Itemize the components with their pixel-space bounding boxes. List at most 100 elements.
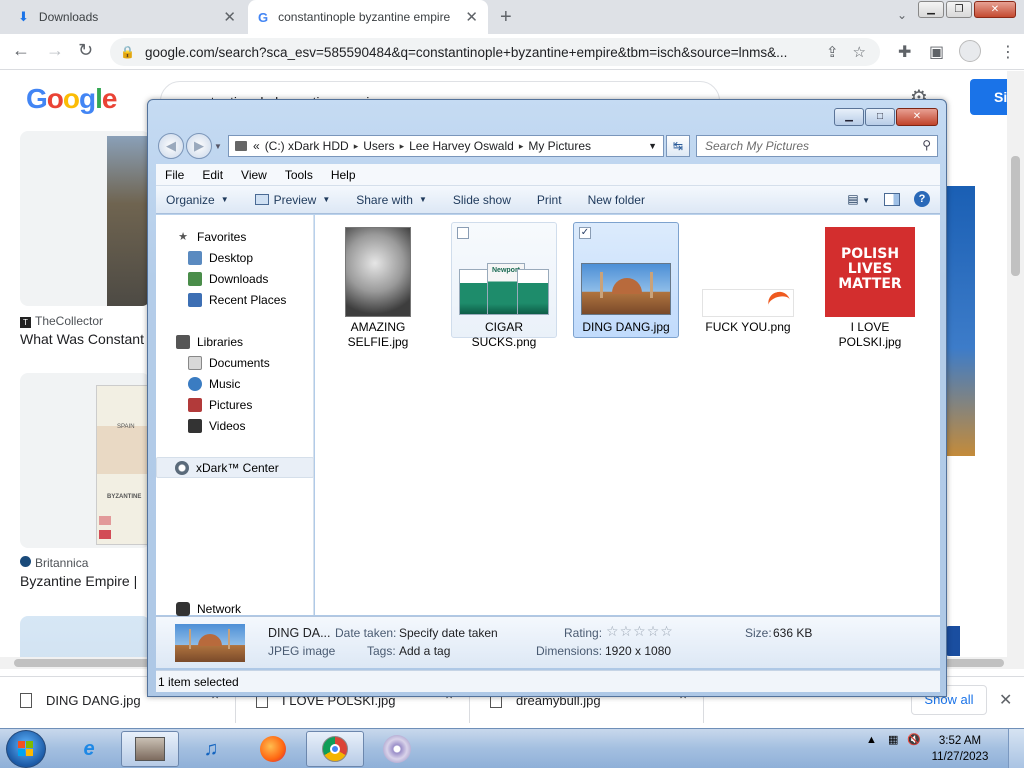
file-item[interactable]: ✓ DING DANG.jpg [573, 222, 679, 338]
partial-image-result[interactable] [945, 186, 975, 456]
breadcrumb-separator-icon[interactable]: ▸ [400, 141, 405, 152]
nav-favorites[interactable]: ★ Favorites [156, 226, 314, 247]
vertical-scrollbar[interactable] [1007, 71, 1024, 657]
partial-button[interactable] [945, 626, 960, 656]
network-icon[interactable]: ▦ [888, 734, 898, 746]
breadcrumb-separator-icon[interactable]: ▸ [354, 141, 359, 152]
change-view-icon[interactable]: ▤ ▼ [847, 192, 870, 206]
recent-pages-chevron-icon[interactable]: ▼ [214, 142, 222, 151]
star-icon[interactable]: ☆ [606, 623, 620, 639]
chrome-icon[interactable] [306, 731, 364, 767]
nav-videos[interactable]: Videos [156, 415, 314, 436]
print-button[interactable]: Print [527, 193, 578, 207]
image-result[interactable]: SPAIN BYZANTINE Britannica Byzantine Emp… [20, 373, 150, 589]
address-bar[interactable]: 🔒 google.com/search?sca_esv=585590484&q=… [110, 38, 880, 66]
date-taken-value[interactable]: Specify date taken [399, 626, 498, 640]
nav-libraries[interactable]: Libraries [156, 331, 314, 352]
breadcrumb-separator-icon[interactable]: ▸ [519, 141, 524, 152]
minimize-button[interactable]: ▁ [834, 108, 864, 126]
breadcrumb-drive[interactable]: (C:) xDark HDD [265, 139, 349, 153]
organize-button[interactable]: Organize ▼ [156, 193, 245, 207]
nav-documents[interactable]: Documents [156, 352, 314, 373]
google-logo[interactable]: Google [26, 83, 117, 115]
file-explorer-icon[interactable] [121, 731, 179, 767]
close-icon[interactable]: ✕ [223, 8, 236, 26]
chevron-down-icon[interactable]: ▼ [648, 141, 657, 151]
chevron-down-icon[interactable]: ⌄ [897, 8, 907, 22]
slide-show-button[interactable]: Slide show [443, 193, 527, 207]
image-result[interactable] [20, 616, 150, 657]
breadcrumb-my-pictures[interactable]: My Pictures [528, 139, 591, 153]
menu-tools[interactable]: Tools [276, 168, 322, 182]
dvd-player-icon[interactable] [368, 731, 426, 767]
nav-desktop[interactable]: Desktop [156, 247, 314, 268]
side-panel-icon[interactable]: ▣ [929, 42, 944, 62]
internet-explorer-icon[interactable]: e [60, 731, 118, 767]
close-window-button[interactable]: ✕ [896, 108, 938, 126]
star-icon[interactable]: ☆ [660, 623, 674, 639]
nav-music[interactable]: Music [156, 373, 314, 394]
tab-google-search[interactable]: G constantinople byzantine empire ✕ [248, 0, 488, 34]
close-icon[interactable]: ✕ [465, 8, 478, 26]
breadcrumb-overflow[interactable]: « [253, 139, 260, 153]
firefox-icon[interactable] [244, 731, 302, 767]
extensions-puzzle-icon[interactable]: ✚ [898, 42, 911, 62]
tags-value[interactable]: Add a tag [399, 644, 450, 658]
restore-button[interactable]: ❐ [946, 1, 972, 18]
menu-view[interactable]: View [232, 168, 276, 182]
file-item[interactable]: POLISH LIVES MATTER I LOVE POLSKI.jpg [817, 222, 923, 349]
reload-icon[interactable]: ↻ [78, 40, 93, 61]
breadcrumb-users[interactable]: Users [363, 139, 394, 153]
share-icon[interactable]: ⇪ [826, 43, 839, 61]
file-item[interactable]: AMAZING SELFIE.jpg [325, 222, 431, 349]
forward-arrow-icon[interactable]: → [46, 40, 64, 61]
star-icon[interactable]: ☆ [620, 623, 634, 639]
file-item[interactable]: FUCK YOU.png [695, 222, 801, 338]
result-thumbnail[interactable] [20, 616, 150, 657]
menu-edit[interactable]: Edit [193, 168, 232, 182]
back-arrow-icon[interactable]: ← [12, 40, 30, 61]
result-thumbnail[interactable]: SPAIN BYZANTINE [20, 373, 150, 548]
forward-arrow-icon[interactable]: ▶ [186, 133, 212, 159]
system-clock[interactable]: 3:52 AM 11/27/2023 [930, 733, 990, 765]
tab-downloads[interactable]: ⬇ Downloads ✕ [8, 0, 246, 34]
result-title[interactable]: What Was Constant [20, 331, 150, 347]
show-desktop-button[interactable] [1008, 729, 1024, 768]
share-with-button[interactable]: Share with ▼ [346, 193, 443, 207]
nav-downloads[interactable]: Downloads [156, 268, 314, 289]
menu-kebab-icon[interactable]: ⋮ [1000, 42, 1016, 62]
image-result[interactable]: T TheCollector What Was Constant [20, 131, 150, 347]
new-tab-icon[interactable]: + [500, 6, 512, 29]
nav-pictures[interactable]: Pictures [156, 394, 314, 415]
menu-help[interactable]: Help [322, 168, 365, 182]
explorer-search-input[interactable]: Search My Pictures ⚲ [696, 135, 938, 157]
start-button[interactable] [6, 730, 46, 768]
back-arrow-icon[interactable]: ◀ [158, 133, 184, 159]
rating-stars[interactable]: ☆☆☆☆☆ [606, 623, 674, 640]
new-folder-button[interactable]: New folder [578, 193, 661, 207]
menu-file[interactable]: File [156, 168, 193, 182]
refresh-button[interactable]: ↹ [666, 135, 690, 157]
scrollbar-thumb[interactable] [1011, 156, 1020, 276]
volume-muted-icon[interactable]: 🔇 [907, 734, 921, 746]
minimize-button[interactable]: ▁ [918, 1, 944, 18]
music-player-icon[interactable]: ♫ [182, 731, 240, 767]
result-title[interactable]: Byzantine Empire | [20, 573, 150, 589]
close-icon[interactable]: ✕ [999, 690, 1012, 710]
result-thumbnail[interactable] [20, 131, 150, 306]
maximize-button[interactable]: □ [865, 108, 895, 126]
nav-xdark-center[interactable]: xDark™ Center [156, 457, 314, 478]
breadcrumb-user-folder[interactable]: Lee Harvey Oswald [409, 139, 514, 153]
star-icon[interactable]: ☆ [647, 623, 661, 639]
profile-avatar[interactable] [959, 40, 981, 62]
explorer-address-bar[interactable]: « (C:) xDark HDD ▸ Users ▸ Lee Harvey Os… [228, 135, 664, 157]
file-item[interactable]: Newport CIGAR SUCKS.png [451, 222, 557, 349]
help-icon[interactable]: ? [914, 191, 930, 207]
search-icon[interactable]: ⚲ [922, 138, 931, 152]
close-window-button[interactable]: ✕ [974, 1, 1016, 18]
nav-recent-places[interactable]: Recent Places [156, 289, 314, 310]
preview-button[interactable]: Preview ▼ [245, 193, 347, 207]
show-hidden-icons-icon[interactable]: ▲ [866, 734, 877, 746]
star-icon[interactable]: ☆ [633, 623, 647, 639]
bookmark-star-icon[interactable]: ☆ [853, 43, 866, 61]
